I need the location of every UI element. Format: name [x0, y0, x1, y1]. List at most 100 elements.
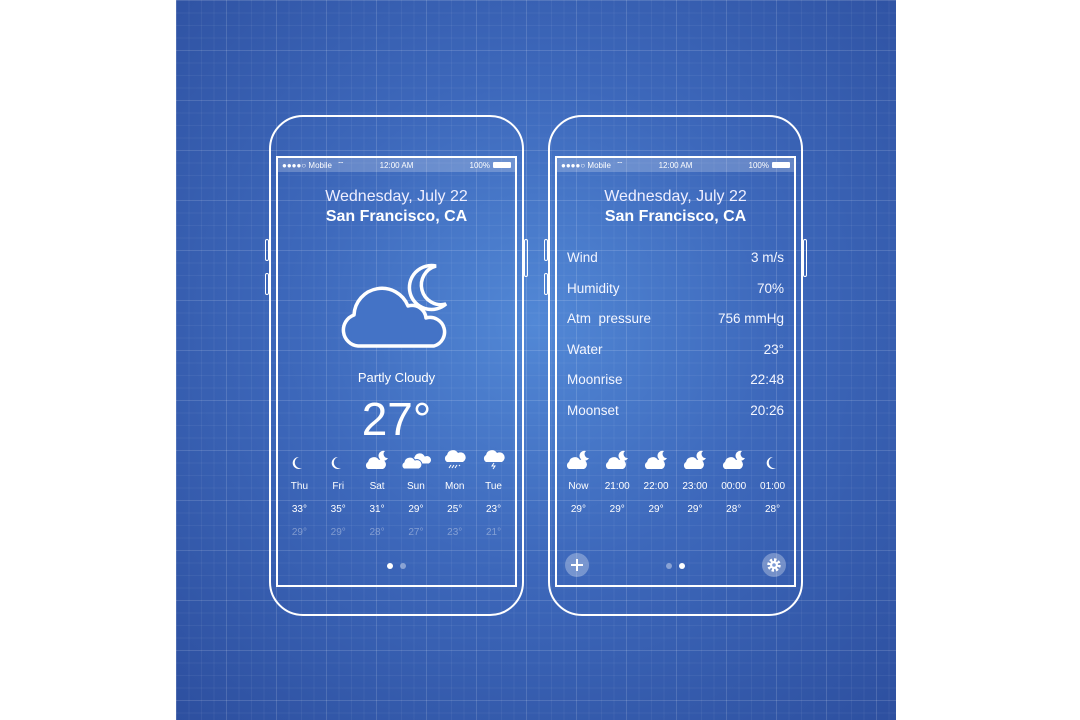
cloud-moon-icon	[559, 448, 598, 470]
detail-row: Moonrise 22:48	[567, 372, 784, 403]
high-temp: 29°	[408, 504, 424, 515]
high-temp: 25°	[447, 504, 463, 515]
volume-up-button	[265, 239, 269, 261]
hour-temp: 28°	[764, 504, 781, 515]
hour-forecast[interactable]: 01:00 28°	[753, 448, 792, 515]
day-forecast[interactable]: Sun 29° 27°	[396, 448, 435, 538]
status-bar: ●●●●○ Mobile ⌔ 12:00 AM 100%	[278, 158, 515, 172]
details-list: Wind 3 m/s Humidity 70% Atm pressure 756 mmHg…	[567, 250, 784, 433]
hour-forecast[interactable]: 23:00 29°	[675, 448, 714, 515]
low-temp: 21°	[485, 527, 502, 538]
day-forecast[interactable]: Tue 23° 21°	[474, 448, 513, 538]
detail-row: Water 23°	[567, 342, 784, 373]
day-forecast[interactable]: Thu 33° 29°	[280, 448, 319, 538]
hour-temp: 29°	[687, 504, 703, 515]
day-label: Tue	[485, 481, 502, 492]
low-temp: 23°	[447, 527, 463, 538]
moon-icon	[319, 448, 358, 470]
date: Wednesday, July 22	[325, 188, 468, 205]
detail-label: Atm pressure	[567, 311, 652, 326]
detail-row: Atm pressure 756 mmHg	[567, 311, 784, 342]
page-indicator[interactable]	[557, 563, 794, 569]
day-label: Sun	[407, 481, 425, 492]
detail-row: Humidity 70%	[567, 281, 784, 312]
volume-down-button	[544, 273, 548, 295]
screen: ●●●●○ Mobile ⌔ 12:00 AM 100% Wednesday, …	[555, 156, 796, 587]
page-indicator[interactable]	[278, 563, 515, 569]
detail-row: Moonset 20:26	[567, 403, 784, 434]
low-temp: 28°	[369, 527, 385, 538]
detail-value: 70%	[756, 280, 784, 296]
day-forecast[interactable]: Sat 31° 28°	[358, 448, 397, 538]
hour-temp: 29°	[609, 504, 625, 515]
high-temp: 35°	[330, 504, 346, 515]
detail-label: Moonrise	[567, 372, 623, 387]
volume-up-button	[544, 239, 548, 261]
power-button	[803, 239, 807, 277]
clock: 12:00 AM	[658, 160, 693, 170]
hour-label: 00:00	[721, 481, 747, 492]
gear-icon	[767, 558, 781, 572]
storm-cloud-icon	[474, 448, 513, 470]
hour-forecast[interactable]: 21:00 29°	[598, 448, 637, 515]
clouds-icon	[396, 448, 435, 470]
detail-value: 23°	[763, 341, 784, 357]
detail-value: 3 m/s	[750, 250, 784, 265]
current-temperature: 27°	[361, 393, 432, 445]
hour-label: 23:00	[682, 481, 708, 492]
hour-label: 01:00	[760, 481, 786, 492]
hour-forecast[interactable]: Now 29°	[559, 448, 598, 515]
page-dot-2[interactable]	[679, 563, 685, 569]
city: San Francisco, CA	[325, 208, 468, 225]
page-dot-1[interactable]	[666, 563, 672, 569]
detail-value: 756 mmHg	[717, 311, 784, 326]
day-label: Thu	[290, 481, 309, 492]
day-forecast[interactable]: Mon 25° 23°	[435, 448, 474, 538]
cloud-moon-icon	[637, 448, 676, 470]
cloud-moon-icon	[598, 448, 637, 470]
detail-label: Humidity	[567, 280, 620, 296]
day-forecast[interactable]: Fri 35° 29°	[319, 448, 358, 538]
hour-forecast[interactable]: 22:00 29°	[637, 448, 676, 515]
power-button	[524, 239, 528, 277]
moon-icon	[753, 448, 792, 470]
detail-label: Moonset	[567, 402, 619, 418]
hour-label: Now	[568, 481, 589, 492]
cloud-moon-icon	[714, 448, 753, 470]
day-label: Sat	[369, 481, 385, 492]
condition: Partly Cloudy	[357, 370, 436, 385]
page-dot-1[interactable]	[387, 563, 393, 569]
high-temp: 33°	[291, 504, 307, 515]
moon-icon	[280, 448, 319, 470]
settings-button[interactable]	[762, 553, 786, 577]
cloud-moon-icon	[675, 448, 714, 470]
clock: 12:00 AM	[379, 160, 414, 170]
low-temp: 29°	[291, 527, 307, 538]
hour-temp: 28°	[726, 504, 742, 515]
cloud-moon-icon	[358, 448, 397, 470]
low-temp: 27°	[408, 527, 424, 538]
detail-row: Wind 3 m/s	[567, 250, 784, 281]
low-temp: 29°	[330, 527, 346, 538]
screen: ●●●●○ Mobile ⌔ 12:00 AM 100% Wednesday, …	[276, 156, 517, 587]
volume-down-button	[265, 273, 269, 295]
hour-temp: 29°	[648, 504, 664, 515]
high-temp: 23°	[485, 504, 502, 515]
detail-value: 22:48	[750, 372, 784, 387]
day-label: Mon	[445, 481, 465, 492]
rain-cloud-icon	[435, 448, 474, 470]
detail-label: Wind	[567, 250, 598, 265]
hour-temp: 29°	[570, 504, 586, 515]
date: Wednesday, July 22	[604, 188, 747, 205]
hour-label: 21:00	[604, 481, 630, 492]
city: San Francisco, CA	[604, 208, 747, 225]
high-temp: 31°	[369, 504, 385, 515]
hourly-forecast: Now 29° 21:00 29° 22:00 29° 23:00 29° 00:00 28° 01…	[557, 448, 794, 515]
cloud-moon-icon	[341, 263, 448, 348]
hour-forecast[interactable]: 00:00 28°	[714, 448, 753, 515]
hour-label: 22:00	[643, 481, 669, 492]
page-dot-2[interactable]	[400, 563, 406, 569]
status-bar: ●●●●○ Mobile ⌔ 12:00 AM 100%	[557, 158, 794, 172]
phone-details: ●●●●○ Mobile ⌔ 12:00 AM 100% Wednesday, …	[544, 115, 807, 616]
detail-label: Water	[567, 341, 603, 357]
